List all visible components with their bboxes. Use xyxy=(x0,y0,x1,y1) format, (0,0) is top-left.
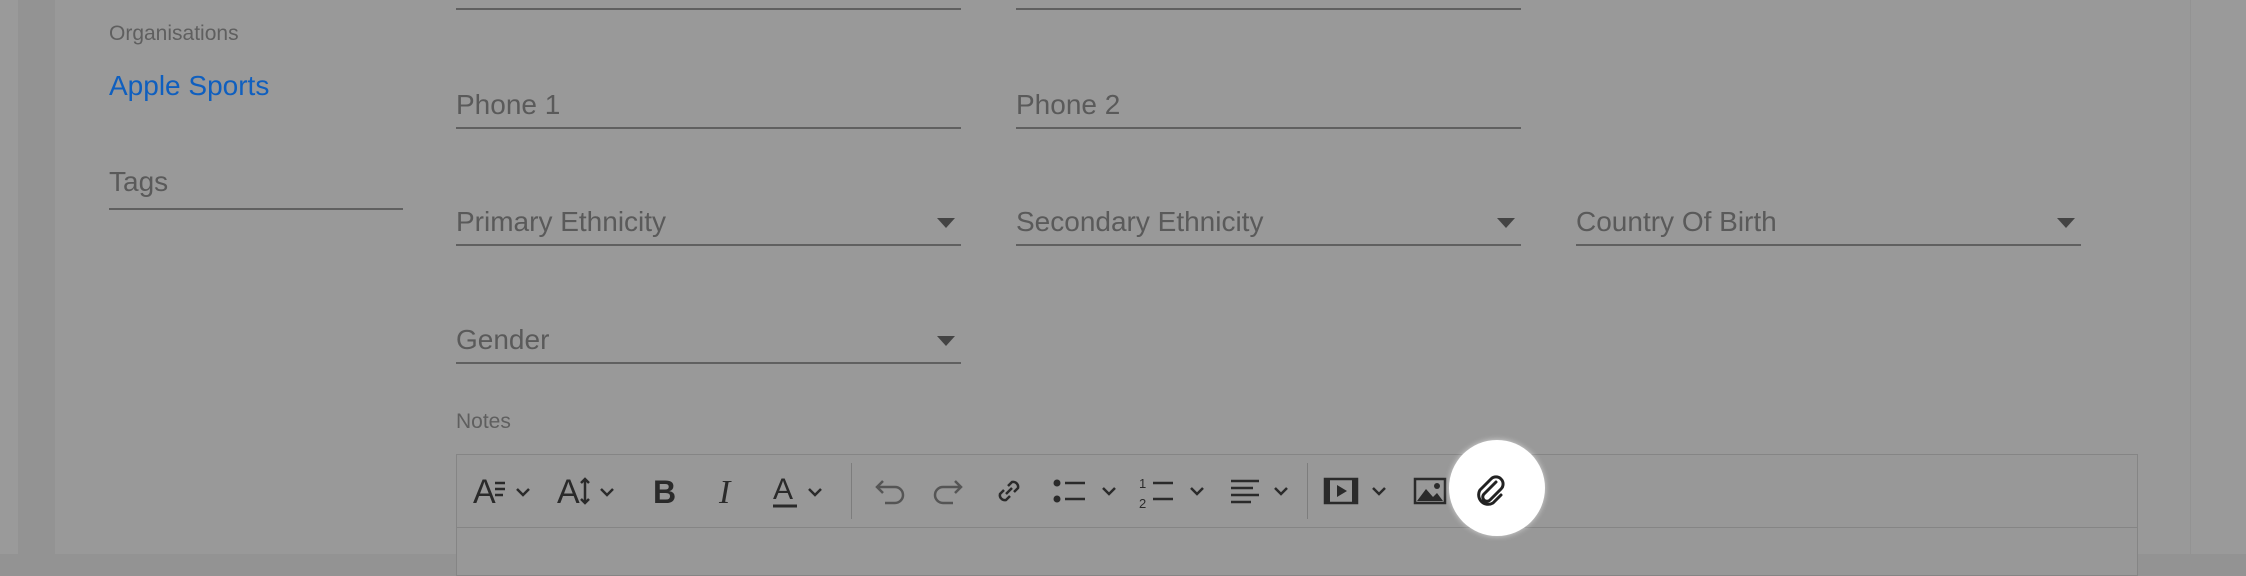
undo-icon xyxy=(875,480,905,505)
bold-icon: B xyxy=(653,474,676,510)
redo-button[interactable] xyxy=(929,471,969,511)
gender-label: Gender xyxy=(456,324,550,355)
partial-field-left[interactable] xyxy=(456,0,961,10)
notes-label: Notes xyxy=(456,410,511,433)
font-size-icon: A xyxy=(557,473,614,511)
phone1-placeholder: Phone 1 xyxy=(456,89,561,120)
secondary-ethnicity-select[interactable]: Secondary Ethnicity xyxy=(1016,196,1521,246)
paragraph-format-button[interactable]: A xyxy=(473,471,533,511)
text-color-icon: A xyxy=(773,473,822,508)
toolbar-divider xyxy=(851,463,852,519)
caret-down-icon xyxy=(937,218,955,228)
country-of-birth-select[interactable]: Country Of Birth xyxy=(1576,196,2081,246)
phone2-placeholder: Phone 2 xyxy=(1016,89,1121,120)
insert-video-button[interactable] xyxy=(1323,471,1393,511)
organisation-link[interactable]: Apple Sports xyxy=(109,70,269,102)
svg-text:A: A xyxy=(773,473,793,506)
svg-text:I: I xyxy=(718,474,732,511)
insert-link-button[interactable] xyxy=(989,471,1029,511)
text-color-button[interactable]: A xyxy=(771,471,831,511)
numbered-list-icon: 1 2 xyxy=(1139,476,1204,511)
numbered-list-button[interactable]: 1 2 xyxy=(1139,471,1209,511)
page-gutter-left xyxy=(0,0,18,554)
svg-text:2: 2 xyxy=(1139,496,1146,511)
svg-text:1: 1 xyxy=(1139,476,1146,491)
phone1-field[interactable]: Phone 1 xyxy=(456,79,961,129)
bold-button[interactable]: B xyxy=(649,471,681,511)
insert-image-button[interactable] xyxy=(1413,471,1447,511)
bullet-list-button[interactable] xyxy=(1051,471,1121,511)
partial-field-right[interactable] xyxy=(1016,0,1521,10)
caret-down-icon xyxy=(937,336,955,346)
undo-button[interactable] xyxy=(869,471,909,511)
tags-placeholder: Tags xyxy=(109,166,169,197)
editor-toolbar: A A B I A 1 2 xyxy=(457,455,2137,528)
notes-editor[interactable]: A A B I A 1 2 xyxy=(456,454,2138,576)
secondary-ethnicity-label: Secondary Ethnicity xyxy=(1016,206,1264,237)
gender-select[interactable]: Gender xyxy=(456,314,961,364)
organisations-label: Organisations xyxy=(109,22,239,45)
bullet-list-icon xyxy=(1053,479,1116,503)
caret-down-icon xyxy=(2057,218,2075,228)
paragraph-format-icon: A xyxy=(473,473,530,511)
redo-icon xyxy=(933,480,963,505)
primary-ethnicity-select[interactable]: Primary Ethnicity xyxy=(456,196,961,246)
insert-file-button[interactable] xyxy=(1470,470,1510,510)
svg-text:A: A xyxy=(557,473,580,511)
italic-icon: I xyxy=(718,474,732,511)
attachment-icon xyxy=(1477,475,1505,506)
phone2-field[interactable]: Phone 2 xyxy=(1016,79,1521,129)
primary-ethnicity-label: Primary Ethnicity xyxy=(456,206,667,237)
italic-button[interactable]: I xyxy=(711,471,743,511)
page-gutter-right xyxy=(2191,0,2246,554)
image-icon xyxy=(1413,477,1447,505)
toolbar-divider xyxy=(1307,463,1308,519)
link-icon xyxy=(998,480,1020,502)
font-size-button[interactable]: A xyxy=(557,471,617,511)
align-button[interactable] xyxy=(1229,471,1295,511)
country-of-birth-label: Country Of Birth xyxy=(1576,206,1777,237)
svg-text:B: B xyxy=(653,474,676,510)
video-icon xyxy=(1323,477,1386,505)
tags-input[interactable]: Tags xyxy=(109,160,403,210)
svg-text:A: A xyxy=(473,473,496,511)
caret-down-icon xyxy=(1497,218,1515,228)
align-icon xyxy=(1231,479,1288,504)
